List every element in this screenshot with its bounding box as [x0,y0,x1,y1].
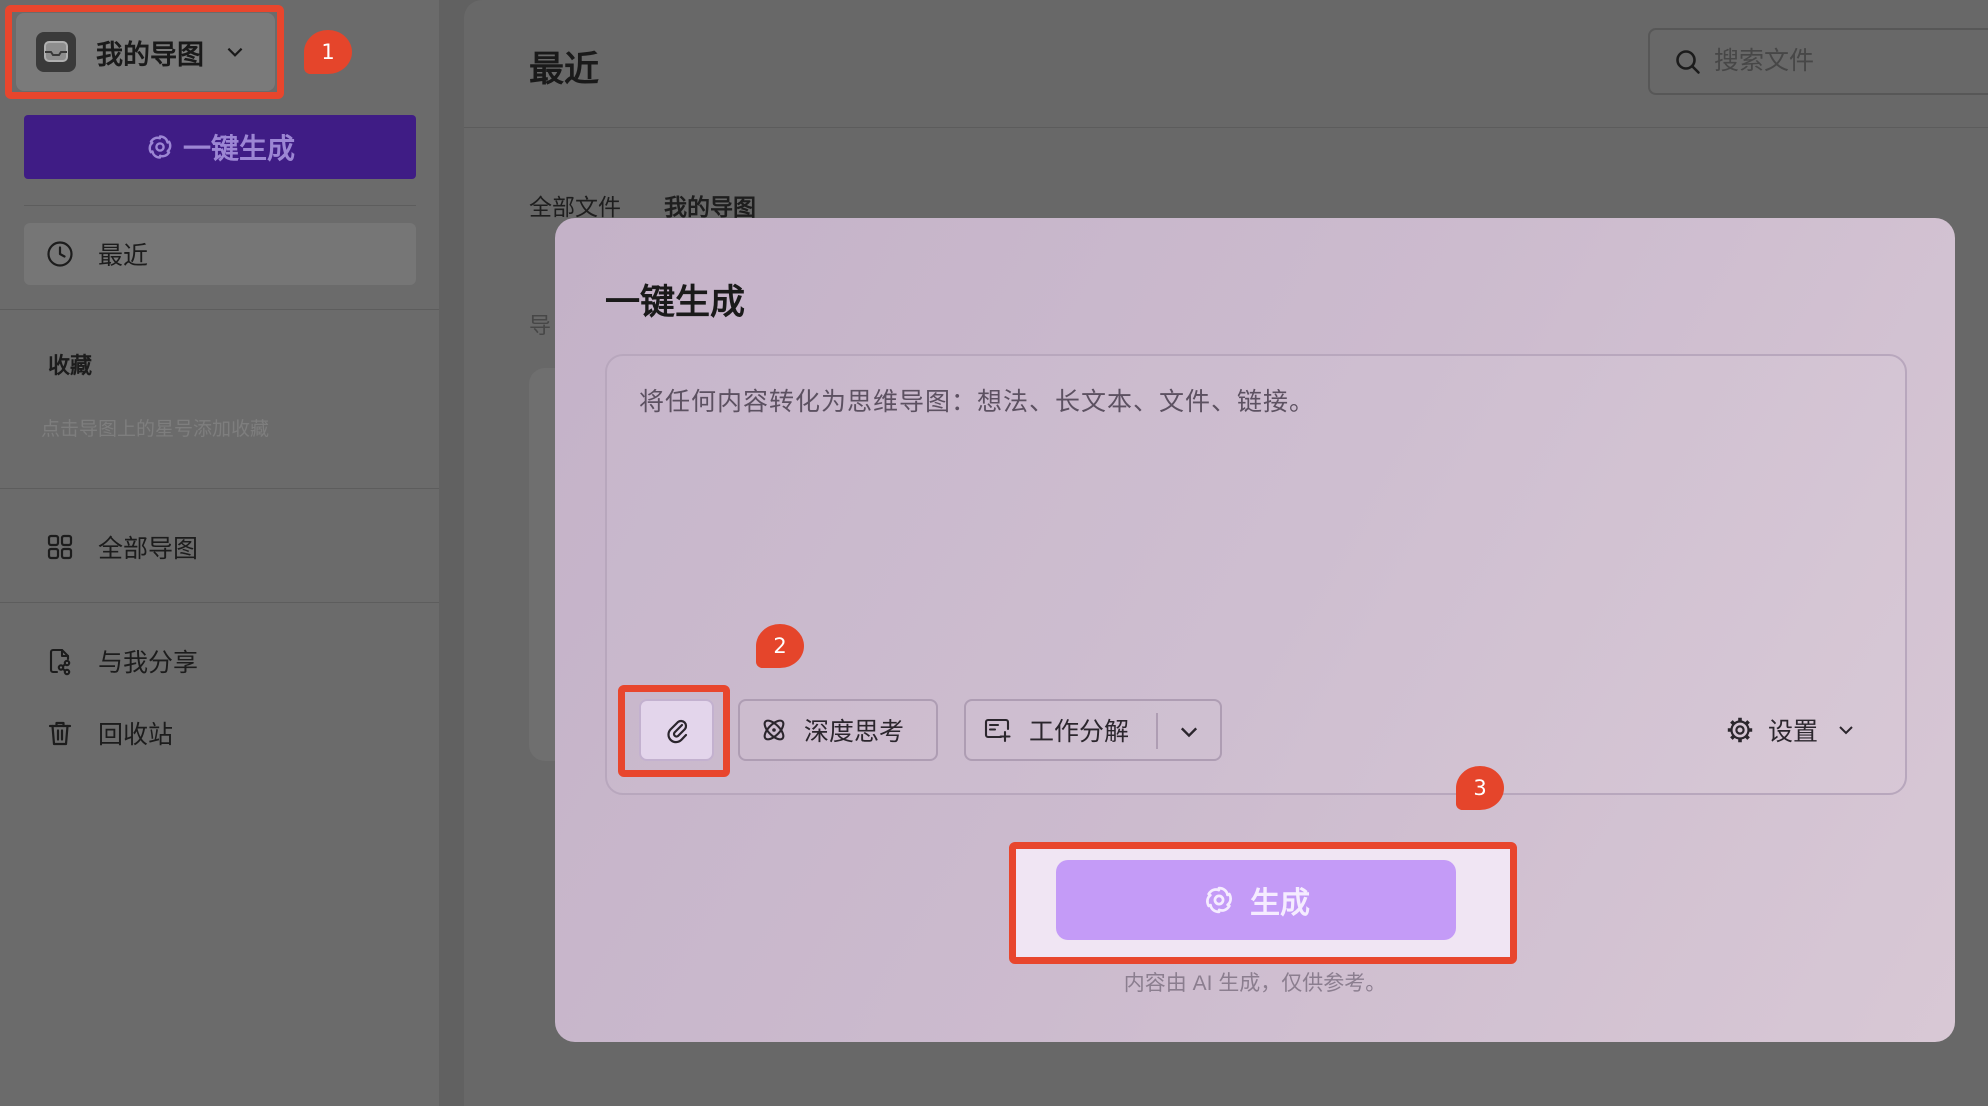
modal-title: 一键生成 [605,283,746,322]
ai-disclaimer: 内容由 AI 生成，仅供参考。 [1123,972,1387,995]
work-breakdown-select[interactable]: 工作分解 [964,699,1222,761]
sidebar-item-all-maps[interactable]: 全部导图 [24,516,416,578]
ai-sparkle-icon [145,132,175,162]
prompt-input-box: 深度思考 工作分解 [605,354,1907,795]
sidebar-item-label: 最近 [98,242,149,270]
divider [0,309,439,310]
paperclip-icon [663,716,691,744]
workspace-name: 我的导图 [96,39,204,70]
search-icon [1674,48,1702,76]
sidebar-generate-label: 一键生成 [182,133,295,164]
chevron-down-icon [224,41,246,63]
divider [24,205,416,206]
section-label: 导 [529,313,552,338]
sidebar-generate-button[interactable]: 一键生成 [24,115,416,179]
work-breakdown-label: 工作分解 [1029,718,1130,746]
generate-button-label: 生成 [1250,887,1310,920]
annotation-marker: 1 [304,30,352,74]
task-list-icon [984,716,1012,744]
ai-sparkle-icon [1202,883,1236,917]
clock-icon [45,239,75,269]
trash-icon [45,718,75,748]
sidebar-item-trash[interactable]: 回收站 [24,702,416,764]
grid-icon [45,532,75,562]
deep-think-label: 深度思考 [804,718,905,746]
share-file-icon [45,646,75,676]
page-title: 最近 [529,50,600,89]
search-box[interactable] [1648,28,1988,95]
generate-modal: 一键生成 深度思考 [555,218,1955,1042]
generate-button[interactable]: 生成 [1056,860,1456,940]
tab-all-files[interactable]: 全部文件 [529,188,621,222]
gear-icon [1726,716,1754,744]
search-input[interactable] [1714,47,1964,76]
sidebar-item-recent[interactable]: 最近 [24,223,416,285]
main-header: 最近 [464,0,1988,128]
file-tabs: 全部文件 我的导图 [529,188,756,222]
chevron-down-icon [1836,720,1856,740]
settings-dropdown[interactable]: 设置 [1726,699,1856,761]
chevron-down-icon[interactable] [1177,720,1201,744]
annotation-marker: 2 [756,624,804,668]
sidebar: 我的导图 1 一键生成 最近 收藏 点击导图上的星号添加收藏 全部导图 与我分享… [0,0,439,1106]
divider [0,488,439,489]
favorites-heading: 收藏 [48,353,93,378]
divider [0,602,439,603]
deep-think-toggle[interactable]: 深度思考 [738,699,938,761]
tray-icon [36,32,76,72]
favorites-empty-hint: 点击导图上的星号添加收藏 [41,419,270,440]
prompt-input[interactable] [607,356,1905,676]
atom-icon [760,716,788,744]
settings-label: 设置 [1768,718,1819,746]
sidebar-item-label: 全部导图 [98,535,199,563]
annotation-marker: 3 [1456,766,1504,810]
sidebar-item-label: 与我分享 [98,649,199,677]
workspace-switcher[interactable]: 我的导图 [16,13,275,91]
divider [1156,713,1158,749]
tab-my-maps[interactable]: 我的导图 [664,188,756,222]
sidebar-item-shared[interactable]: 与我分享 [24,630,416,692]
sidebar-item-label: 回收站 [98,721,174,749]
attach-file-button[interactable] [639,699,714,761]
